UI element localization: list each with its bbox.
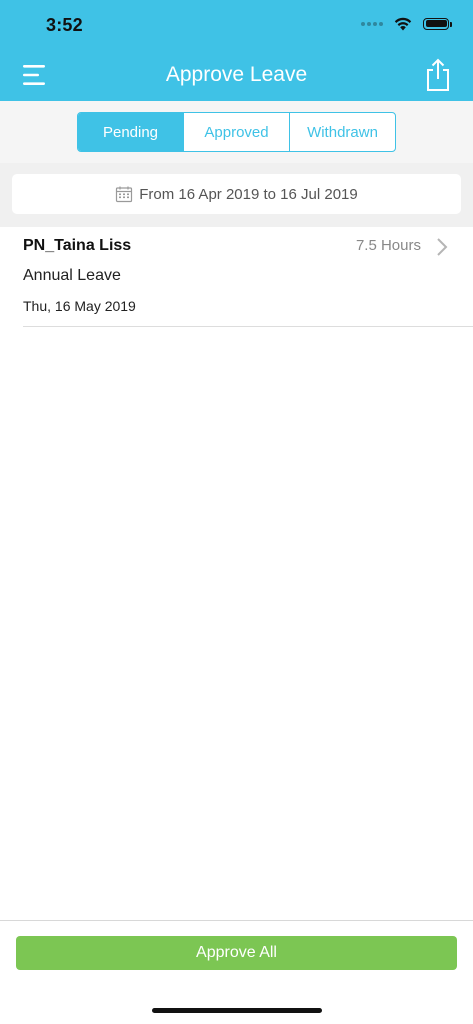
status-icons <box>361 16 452 31</box>
chevron-right-icon <box>437 238 448 256</box>
tab-pending[interactable]: Pending <box>78 113 184 151</box>
status-segmented-control: Pending Approved Withdrawn <box>77 112 396 152</box>
leave-type: Annual Leave <box>23 267 121 284</box>
tab-withdrawn[interactable]: Withdrawn <box>290 113 395 151</box>
row-divider <box>23 326 473 327</box>
home-indicator <box>152 1008 322 1013</box>
leave-request-row[interactable]: PN_Taina Liss 7.5 Hours Annual Leave Thu… <box>0 227 473 327</box>
employee-name: PN_Taina Liss <box>23 237 132 254</box>
approve-all-button[interactable]: Approve All <box>16 936 457 970</box>
wifi-icon <box>394 17 412 31</box>
cellular-signal-icon <box>361 21 383 26</box>
leave-date: Thu, 16 May 2019 <box>23 298 136 314</box>
tab-approved[interactable]: Approved <box>184 113 290 151</box>
date-range-button[interactable]: From 16 Apr 2019 to 16 Jul 2019 <box>12 174 461 214</box>
status-filter-bar: Pending Approved Withdrawn <box>0 101 473 163</box>
share-icon[interactable] <box>425 58 451 92</box>
page-title: Approve Leave <box>165 63 308 86</box>
date-range-label: From 16 Apr 2019 to 16 Jul 2019 <box>139 185 358 203</box>
footer-divider <box>0 920 473 921</box>
leave-hours: 7.5 Hours <box>355 237 421 254</box>
calendar-icon <box>116 186 133 203</box>
date-range-bar: From 16 Apr 2019 to 16 Jul 2019 <box>0 163 473 227</box>
battery-icon <box>423 17 452 30</box>
app-header: 3:52 Approve Leave <box>0 0 473 101</box>
status-time: 3:52 <box>46 15 83 35</box>
